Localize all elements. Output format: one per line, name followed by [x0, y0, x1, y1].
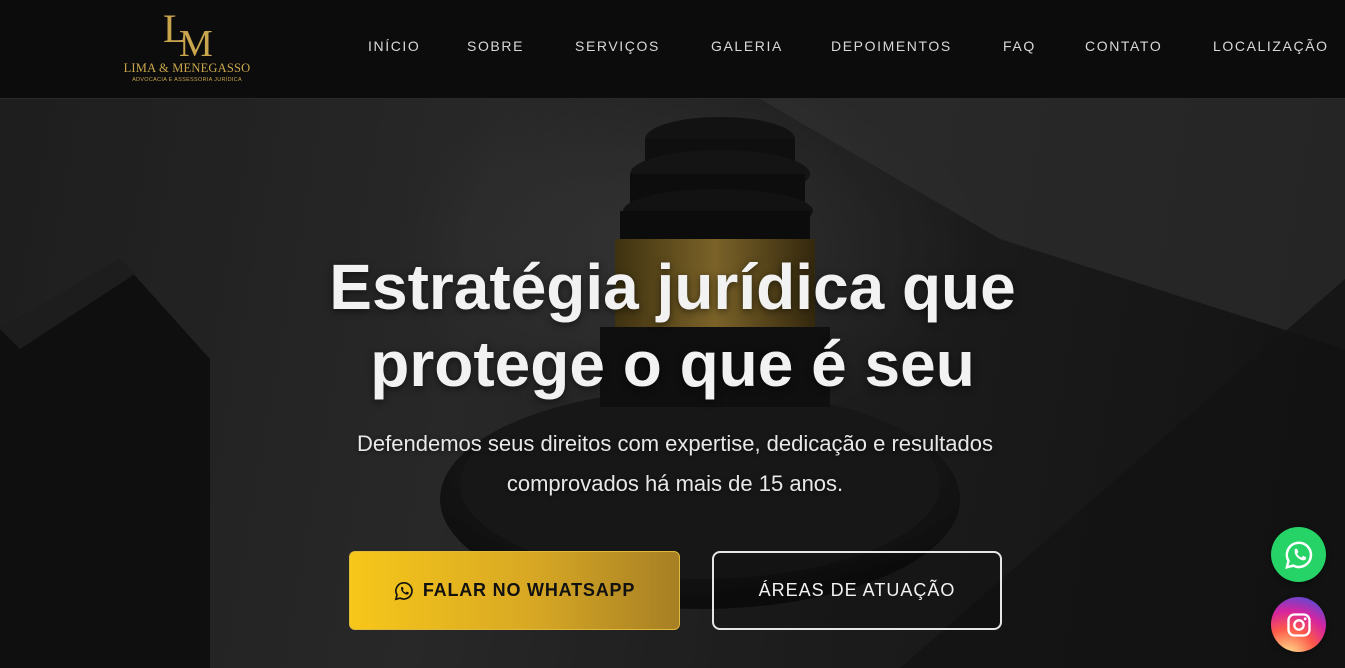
main-nav: INÍCIO SOBRE SERVIÇOS GALERIA DEPOIMENTO…	[0, 38, 1345, 58]
nav-item-galeria[interactable]: GALERIA	[711, 38, 783, 54]
nav-item-contato[interactable]: CONTATO	[1085, 38, 1162, 54]
nav-item-servicos[interactable]: SERVIÇOS	[575, 38, 660, 54]
whatsapp-icon	[1284, 540, 1312, 569]
hero-section: Estratégia jurídica que protege o que é …	[0, 99, 1345, 668]
nav-item-faq[interactable]: FAQ	[1003, 38, 1036, 54]
nav-item-sobre[interactable]: SOBRE	[467, 38, 524, 54]
nav-item-depoimentos[interactable]: DEPOIMENTOS	[831, 38, 952, 54]
subtitle-line-1: Defendemos seus direitos com expertise, …	[357, 431, 993, 456]
hero-subtitle: Defendemos seus direitos com expertise, …	[300, 424, 1050, 504]
nav-item-inicio[interactable]: INÍCIO	[368, 38, 420, 54]
subtitle-line-2: comprovados há mais de 15 anos.	[506, 471, 844, 496]
brand-name: LIMA & MENEGASSO	[123, 61, 251, 75]
whatsapp-icon	[394, 581, 413, 600]
instagram-icon	[1286, 612, 1311, 637]
hero-headline: Estratégia jurídica que protege o que é …	[200, 249, 1145, 403]
areas-de-atuacao-label: ÁREAS DE ATUAÇÃO	[758, 580, 956, 600]
headline-line-1: Estratégia jurídica que	[329, 251, 1016, 323]
whatsapp-cta-button[interactable]: FALAR NO WHATSAPP	[349, 551, 680, 630]
floating-whatsapp-button[interactable]	[1271, 527, 1326, 582]
floating-instagram-button[interactable]	[1271, 597, 1326, 652]
areas-de-atuacao-button[interactable]: ÁREAS DE ATUAÇÃO	[712, 551, 1002, 630]
whatsapp-cta-label: FALAR NO WHATSAPP	[422, 580, 636, 600]
site-header: L M LIMA & MENEGASSO ADVOCACIA E ASSESSO…	[0, 0, 1345, 99]
headline-line-2: protege o que é seu	[370, 328, 975, 400]
brand-tagline: ADVOCACIA E ASSESSORIA JURÍDICA	[132, 77, 242, 83]
nav-item-localizacao[interactable]: LOCALIZAÇÃO	[1213, 38, 1329, 54]
